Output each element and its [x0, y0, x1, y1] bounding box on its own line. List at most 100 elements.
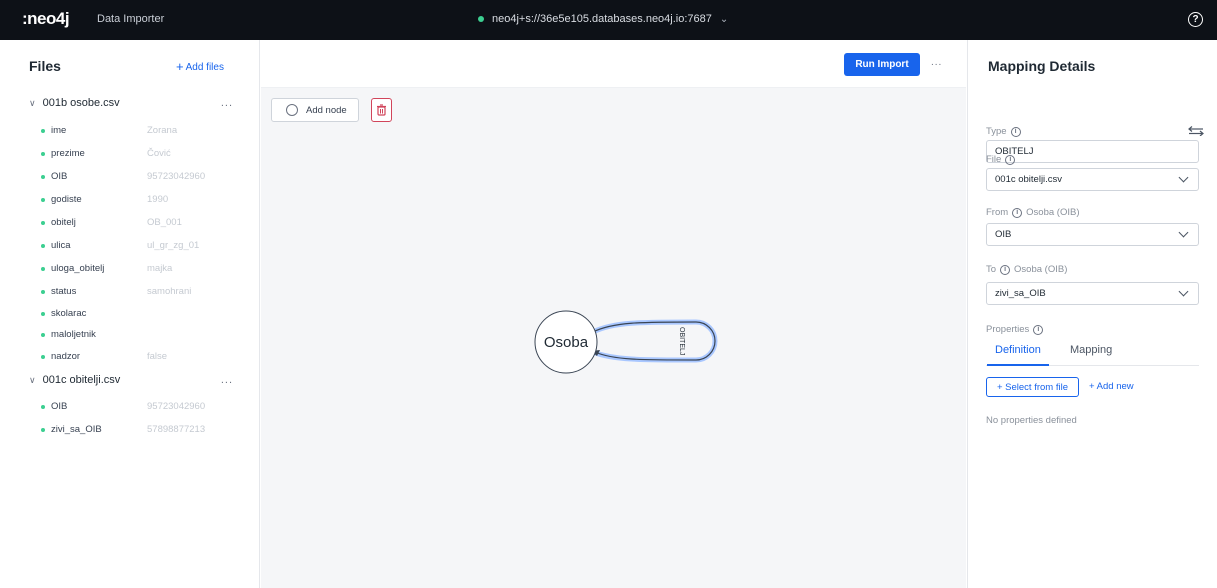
field-item[interactable]: ime	[41, 125, 66, 136]
help-icon[interactable]: ?	[1188, 12, 1203, 27]
field-item[interactable]: ulica	[41, 240, 71, 251]
add-files-button[interactable]: + Add files	[176, 59, 224, 74]
field-item[interactable]: maloljetnik	[41, 329, 96, 340]
to-node-text: Osoba (OIB)	[1014, 264, 1068, 275]
more-options-button[interactable]: ...	[931, 57, 942, 68]
field-dot-icon	[41, 243, 45, 248]
file-header-osobe[interactable]: ∨ 001b osobe.csv ...	[29, 97, 239, 109]
from-select[interactable]: OIB	[986, 223, 1199, 246]
from-label-text: From	[986, 207, 1009, 218]
swap-direction-icon[interactable]	[1188, 126, 1204, 136]
field-name: godiste	[51, 194, 82, 205]
info-icon: i	[1012, 207, 1023, 218]
from-label-row: From i Osoba (OIB)	[986, 207, 1080, 218]
field-dot-icon	[41, 404, 45, 409]
node-circle-icon	[286, 104, 298, 116]
model-graph: OBITELJ Osoba	[534, 310, 718, 374]
file-more-button[interactable]: ...	[221, 97, 233, 109]
file-name: 001b osobe.csv	[42, 97, 120, 109]
field-item[interactable]: nadzor	[41, 351, 80, 362]
info-icon: i	[1010, 126, 1021, 137]
add-new-property-button[interactable]: + Add new	[1089, 381, 1134, 392]
delete-button[interactable]	[371, 98, 392, 122]
field-sample-value: Zorana	[147, 125, 178, 136]
file-select-value: 001c obitelji.csv	[995, 174, 1063, 185]
connection-selector[interactable]: neo4j+s://36e5e105.databases.neo4j.io:76…	[478, 13, 728, 25]
add-node-button[interactable]: Add node	[271, 98, 359, 122]
type-label-text: Type	[986, 126, 1007, 137]
field-item[interactable]: zivi_sa_OIB	[41, 424, 102, 435]
plus-icon: +	[176, 59, 184, 74]
file-header-obitelji[interactable]: ∨ 001c obitelji.csv ...	[29, 374, 239, 386]
field-dot-icon	[41, 128, 45, 133]
connection-url: neo4j+s://36e5e105.databases.neo4j.io:76…	[492, 13, 712, 25]
field-item[interactable]: obitelj	[41, 217, 76, 228]
field-dot-icon	[41, 289, 45, 294]
to-select-value: zivi_sa_OIB	[995, 288, 1046, 299]
field-item[interactable]: uloga_obitelj	[41, 263, 104, 274]
properties-tabs: Definition Mapping	[986, 344, 1199, 366]
to-select[interactable]: zivi_sa_OIB	[986, 282, 1199, 305]
from-node-text: Osoba (OIB)	[1026, 207, 1080, 218]
add-files-label: Add files	[185, 62, 224, 73]
file-label-row: File i	[986, 154, 1019, 165]
field-sample-value: ul_gr_zg_01	[147, 240, 200, 251]
files-title: Files	[29, 58, 61, 74]
field-dot-icon	[41, 220, 45, 225]
field-dot-icon	[41, 332, 45, 337]
mapping-details-title: Mapping Details	[988, 58, 1096, 74]
info-icon: i	[1000, 264, 1011, 275]
field-dot-icon	[41, 311, 45, 316]
info-icon: i	[1033, 324, 1044, 335]
field-sample-value: Čović	[147, 148, 171, 159]
field-name: ulica	[51, 240, 71, 251]
field-name: OIB	[51, 171, 68, 182]
tab-definition[interactable]: Definition	[987, 344, 1049, 366]
field-item[interactable]: OIB	[41, 171, 67, 182]
field-item[interactable]: prezime	[41, 148, 85, 159]
field-sample-value: 95723042960	[147, 171, 206, 182]
field-item[interactable]: godiste	[41, 194, 82, 205]
field-dot-icon	[41, 151, 45, 156]
field-item[interactable]: skolarac	[41, 308, 86, 319]
to-label-row: To i Osoba (OIB)	[986, 264, 1067, 275]
properties-label-row: Properties i	[986, 324, 1047, 335]
neo4j-logo: :neo4j	[22, 9, 70, 28]
run-import-button[interactable]: Run Import	[844, 53, 920, 76]
file-label-text: File	[986, 154, 1002, 165]
top-bar: :neo4j Data Importer neo4j+s://36e5e105.…	[0, 0, 1217, 40]
field-item[interactable]: OIB	[41, 401, 67, 412]
relationship-obitelj[interactable]	[590, 319, 718, 363]
to-label-text: To	[986, 264, 997, 275]
node-label: Osoba	[544, 334, 589, 351]
field-name: status	[51, 286, 77, 297]
from-select-value: OIB	[995, 229, 1012, 240]
app-title: Data Importer	[97, 13, 165, 25]
field-dot-icon	[41, 266, 45, 271]
field-sample-value: OB_001	[147, 217, 182, 228]
chevron-down-icon	[1178, 172, 1189, 183]
field-dot-icon	[41, 197, 45, 202]
field-name: OIB	[51, 401, 68, 412]
file-select[interactable]: 001c obitelji.csv	[986, 168, 1199, 191]
chevron-down-icon: ⌄	[719, 13, 729, 25]
select-from-file-button[interactable]: + Select from file	[986, 377, 1079, 397]
field-sample-value: samohrani	[147, 286, 192, 297]
field-name: obitelj	[51, 217, 76, 228]
field-name: maloljetnik	[51, 329, 96, 340]
type-label: Type i	[986, 126, 1025, 137]
files-panel: Files + Add files ∨ 001b osobe.csv ... im…	[0, 40, 260, 588]
graph-canvas[interactable]: Run Import ... Add node OBITELJ Osoba	[261, 40, 966, 588]
info-icon: i	[1005, 154, 1016, 165]
tab-mapping[interactable]: Mapping	[1070, 344, 1112, 356]
field-item[interactable]: status	[41, 286, 76, 297]
field-sample-value: 95723042960	[147, 401, 206, 412]
mapping-details-panel: Mapping Details Type i OBITELJ File i 00…	[967, 40, 1217, 588]
no-properties-text: No properties defined	[986, 415, 1077, 426]
chevron-down-icon: ∨	[29, 97, 36, 108]
file-more-button[interactable]: ...	[221, 374, 233, 386]
field-dot-icon	[41, 427, 45, 432]
field-name: skolarac	[51, 308, 87, 319]
field-dot-icon	[41, 174, 45, 179]
chevron-down-icon: ∨	[29, 374, 36, 385]
